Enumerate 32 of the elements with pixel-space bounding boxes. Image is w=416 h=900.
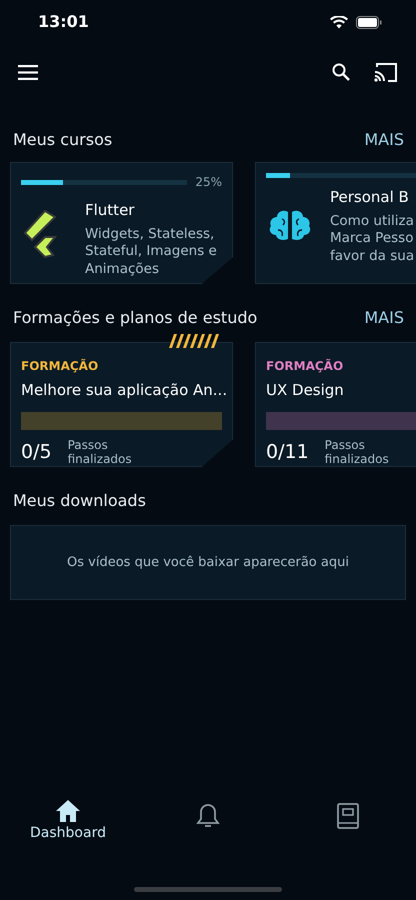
progress-percent: 25% (195, 174, 222, 191)
formation-label: FORMAÇÃO (266, 358, 344, 375)
more-link[interactable]: MAIS (364, 306, 404, 330)
steps-count: 0/11 (266, 440, 309, 465)
course-title: Flutter (85, 200, 136, 221)
menu-icon[interactable] (18, 64, 38, 80)
section-title: Meus cursos (13, 129, 112, 151)
more-link[interactable]: MAIS (364, 128, 404, 152)
section-title: Formações e planos de estudo (13, 307, 258, 329)
course-description: Como utiliza Marca Pesso favor da sua (330, 212, 414, 266)
book-icon (337, 803, 359, 829)
battery-icon (356, 16, 382, 28)
wifi-icon (330, 16, 348, 28)
cast-icon[interactable] (374, 62, 398, 82)
course-card[interactable]: Personal B Como utiliza Marca Pesso favor da sua (255, 162, 416, 284)
status-time: 13:01 (38, 11, 89, 33)
search-icon[interactable] (332, 63, 350, 81)
home-icon (55, 799, 81, 823)
section-title: Meus downloads (13, 490, 146, 512)
nav-tab[interactable]: Dashboard (30, 799, 106, 844)
course-title: Personal B (330, 187, 410, 208)
formation-label: FORMAÇÃO (21, 358, 100, 375)
steps-label: Passos finalizados (68, 438, 133, 466)
bell-icon (196, 803, 220, 829)
formation-card[interactable]: FORMAÇÃO Melhore sua aplicação An... 0/5 Passos finalizados (10, 342, 233, 467)
formation-card[interactable]: FORMAÇÃO UX Design 0/11 Passos finalizados (255, 342, 416, 467)
steps-count: 0/5 (21, 440, 52, 465)
empty-message: Os vídeos que você baixar aparecerão aqui (67, 554, 349, 572)
course-card[interactable]: 25% Flutter Widgets, Stateless, Stateful, Imagens e Animações (10, 162, 233, 284)
formation-title: UX Design (266, 380, 345, 401)
course-description: Widgets, Stateless, Stateful, Imagens e Animações (85, 226, 217, 278)
steps-label: Passos finalizados (324, 438, 390, 466)
